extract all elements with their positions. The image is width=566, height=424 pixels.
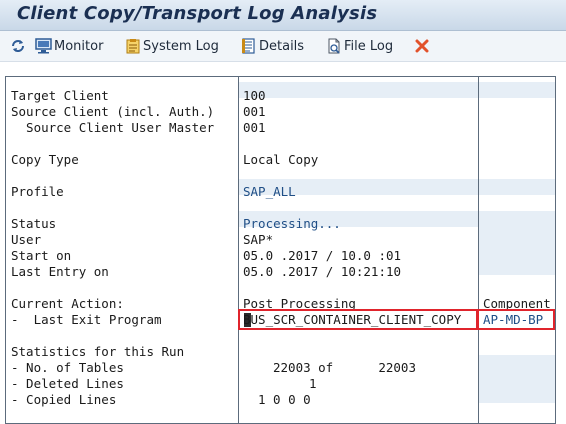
system-log-icon	[125, 38, 141, 54]
source-user-master-value: 001	[243, 120, 266, 135]
profile-value[interactable]: SAP_ALL	[243, 184, 296, 200]
user-value: SAP*	[243, 232, 274, 247]
toolbar: Monitor System Log Details File Log	[0, 31, 566, 62]
user-label: User	[11, 232, 42, 247]
details-button[interactable]: Details	[241, 37, 304, 55]
details-label: Details	[259, 38, 305, 54]
source-user-master-label: Source Client User Master	[11, 120, 215, 135]
current-action-label: Current Action:	[11, 296, 124, 311]
copy-type-label: Copy Type	[11, 152, 79, 167]
statistics-heading: Statistics for this Run	[11, 344, 185, 359]
system-log-label: System Log	[143, 38, 219, 54]
copied-lines-value: 1 0 0 0	[258, 392, 311, 407]
window-title: Client Copy/Transport Log Analysis	[17, 3, 378, 24]
cancel-button[interactable]	[415, 37, 429, 55]
tables-value: 22003 of 22003	[273, 360, 416, 375]
file-log-icon	[326, 38, 342, 54]
deleted-lines-label: - Deleted Lines	[11, 376, 124, 391]
monitor-icon	[35, 38, 52, 54]
last-entry-value: 05.0 .2017 / 10:21:10	[243, 264, 402, 279]
column-divider-1	[238, 76, 239, 424]
start-on-value: 05.0 .2017 / 10.0 :01	[243, 248, 402, 263]
status-label: Status	[11, 216, 57, 231]
file-log-label: File Log	[344, 38, 394, 54]
deleted-lines-value: 1	[309, 376, 317, 391]
start-on-label: Start on	[11, 248, 72, 263]
file-log-button[interactable]: File Log	[326, 37, 393, 55]
highlight-box-program	[238, 309, 478, 330]
highlight-box-component	[477, 309, 555, 330]
refresh-icon	[10, 38, 26, 54]
profile-label: Profile	[11, 184, 64, 199]
title-bar: Client Copy/Transport Log Analysis	[0, 0, 566, 31]
tables-label: - No. of Tables	[11, 360, 124, 375]
target-client-value: 100	[243, 88, 266, 103]
log-content: Target Client Source Client (incl. Auth.…	[0, 62, 566, 424]
details-icon	[241, 38, 257, 54]
refresh-button[interactable]	[10, 37, 26, 55]
last-exit-program-label: - Last Exit Program	[11, 312, 162, 327]
target-client-label: Target Client	[11, 88, 109, 103]
copied-lines-label: - Copied Lines	[11, 392, 117, 407]
monitor-label: Monitor	[54, 38, 104, 54]
copy-type-value: Local Copy	[243, 152, 319, 167]
source-client-label: Source Client (incl. Auth.)	[11, 104, 215, 119]
source-client-value: 001	[243, 104, 266, 119]
monitor-button[interactable]: Monitor	[35, 37, 103, 55]
status-value: Processing...	[243, 216, 341, 231]
cancel-x-icon	[415, 39, 429, 53]
system-log-button[interactable]: System Log	[125, 37, 219, 55]
last-entry-label: Last Entry on	[11, 264, 109, 279]
